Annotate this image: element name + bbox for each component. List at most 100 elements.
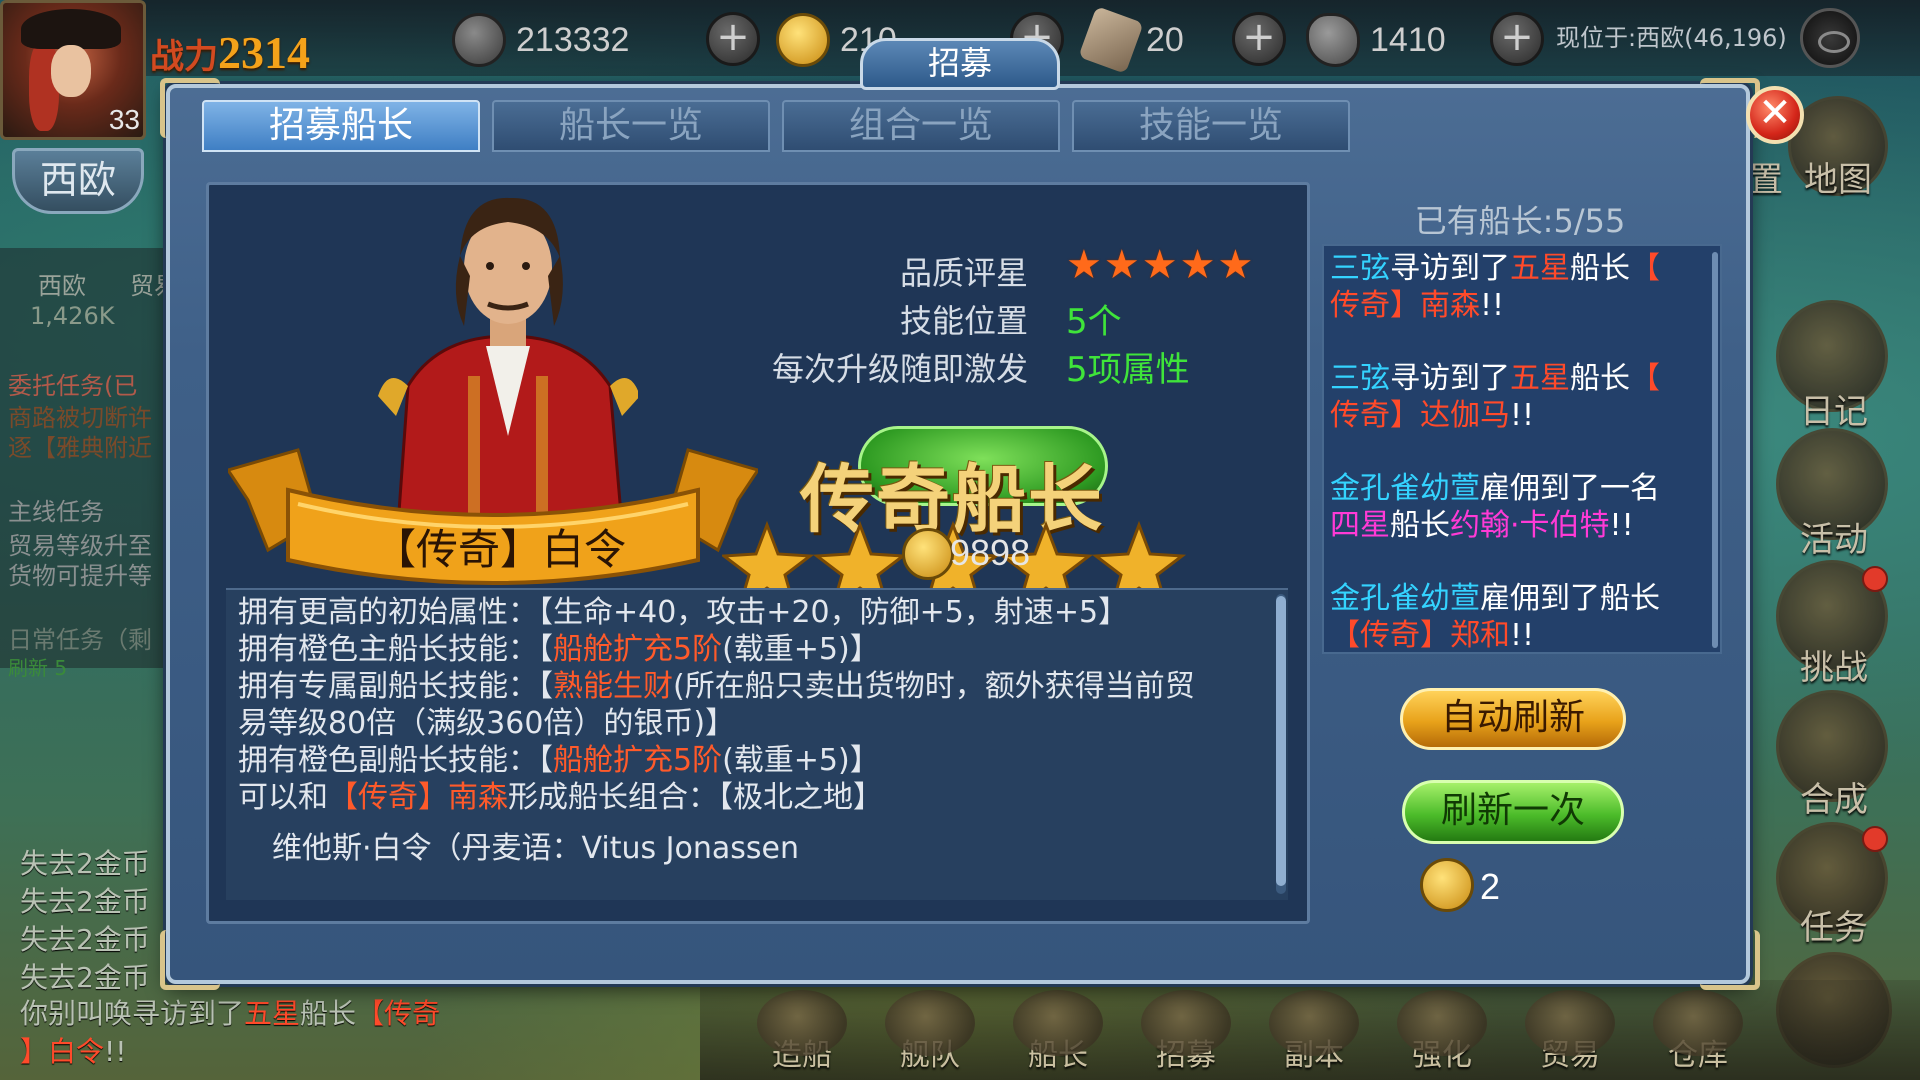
description-scroll-thumb[interactable] [1276,596,1286,886]
news-captain: 约翰·卡伯特 [1450,508,1610,543]
warehouse-icon [1653,990,1743,1056]
quality-label: 品质评星 [900,254,1029,292]
delegate-task-title[interactable]: 委托任务(已 [8,366,137,401]
news-rank: 五星 [1510,361,1570,396]
main-task-title[interactable]: 主线任务 [8,492,104,527]
news-verb: 寻访到了 [1390,251,1510,286]
scales-icon [1525,990,1615,1056]
chat-line: 失去2金币 [20,847,150,880]
captain-description: 拥有更高的初始属性：【生命+40，攻击+20，防御+5，射速+5】 拥有橙色主船… [226,588,1288,900]
desc-line: 可以和【传奇】南森形成船长组合：【极北之地】 [238,779,1278,816]
captain-name: 【传奇】白令 [373,525,626,574]
desc-line: 易等级80倍（满级360倍）的银币)】 [238,706,736,741]
scroll-resource: 20 [1078,6,1184,74]
news-end: !! [1510,398,1535,433]
upgrade-value: 5项属性 [1066,350,1190,390]
nav-recruit[interactable]: 招募 [1126,990,1246,1080]
chat-mid: 船长 [300,997,357,1030]
add-silver-button[interactable]: + [706,12,760,66]
eye-icon[interactable] [1800,8,1860,68]
recruit-cost: 9898 [950,532,1031,573]
skill-slot-label: 技能位置 [900,302,1029,340]
news-player: 金孔雀幼萱 [1330,581,1480,616]
chat-line: 失去2金币 [20,923,150,956]
news-line: 传奇】南森!! [1330,287,1714,324]
daily-task-line: 刷新 5 [8,656,68,680]
gold-coin-icon [1420,858,1474,912]
silver-coin-icon [452,13,506,67]
activity-label: 活动 [1800,520,1868,560]
desc-text: 可以和 [238,780,328,815]
chat-rank: 五星 [244,997,301,1030]
shipyard-icon [757,990,847,1056]
nav-dungeon[interactable]: 副本 [1254,990,1374,1080]
refresh-once-button[interactable]: 刷新一次 [1402,780,1624,844]
quality-stars: ★★★★★ [1066,242,1256,288]
news-verb: 雇佣到了一名 [1480,471,1660,506]
news-rank: 四星 [1330,508,1390,543]
desc-text: 拥有橙色主船长技能： [238,632,538,667]
captain-icon [1013,990,1103,1056]
desc-line: 拥有专属副船长技能：【熟能生财(所在船只卖出货物时，额外获得当前贸 [238,668,1278,705]
news-end: !! [1609,508,1634,543]
desc-text: 拥有橙色副船长技能： [238,743,538,778]
news-line: 传奇】达伽马!! [1330,397,1714,434]
compose-label: 合成 [1800,780,1868,820]
desc-text: 拥有专属副船长技能： [238,669,538,704]
news-line: 金孔雀幼萱雇佣到了一名 [1330,470,1714,507]
news-mid: 船长 [1390,508,1450,543]
stone-value: 1410 [1370,20,1446,59]
tab-recruit-captain[interactable]: 招募船长 [202,100,480,152]
main-task-line: 货物可提升等 [8,562,152,590]
desc-text: 形成船长组合： [508,780,718,815]
refresh-cost: 2 [1480,866,1501,907]
chat-end: !! [104,1035,127,1068]
desc-text: (载重+5)】 [722,743,880,778]
chat-player: 你别叫唤 [20,997,133,1030]
desc-text: 【 [538,743,553,778]
desc-text: 【生命+40，攻击+20，防御+5，射速+5】 [538,595,1129,630]
combo-partner: 【传奇】南森 [328,780,508,815]
nav-enhance[interactable]: 强化 [1382,990,1502,1080]
desc-text: 【 [538,669,553,704]
news-player: 三弦 [1330,361,1390,396]
nav-captain[interactable]: 船长 [998,990,1118,1080]
tab-skill-list[interactable]: 技能一览 [1072,100,1350,152]
notification-dot [1862,566,1888,592]
auto-refresh-button[interactable]: 自动刷新 [1400,688,1626,750]
news-end: !! [1480,288,1505,323]
silver-value: 213332 [516,20,630,59]
recruit-icon [1141,990,1231,1056]
news-mid: 船长 [1570,361,1630,396]
nav-warehouse[interactable]: 仓库 [1638,990,1758,1080]
nav-trade[interactable]: 贸易 [1510,990,1630,1080]
stone-icon [1306,13,1360,67]
combo-name: 【极北之地】 [718,780,883,815]
anvil-icon [1397,990,1487,1056]
news-scrollbar[interactable] [1712,252,1718,648]
news-captain: 传奇】南森 [1330,288,1480,323]
nav-shipbuild[interactable]: 造船 [742,990,862,1080]
desc-bio: 维他斯·白令（丹麦语：Vitus Jonassen [272,831,800,866]
gold-coin-icon [776,13,830,67]
player-level: 33 [108,104,140,135]
news-line: 三弦寻访到了五星船长【 [1330,360,1714,397]
nav-fleet[interactable]: 舰队 [870,990,990,1080]
gold-coin-icon [902,528,954,580]
tab-captain-list[interactable]: 船长一览 [492,100,770,152]
tab-combo-list[interactable]: 组合一览 [782,100,1060,152]
region-tag[interactable]: 西欧 [12,148,144,214]
notification-dot [1862,826,1888,852]
close-button[interactable]: ✕ [1746,86,1804,144]
news-captain: 传奇】达伽马 [1330,398,1510,433]
skill-name: 船舱扩充5阶 [553,743,723,778]
chat-verb: 寻访到了 [132,997,245,1030]
daily-task-title[interactable]: 日常任务（剩 [8,620,152,655]
news-line: 四星船长约翰·卡伯特!! [1330,507,1714,544]
add-scroll-button[interactable]: + [1232,12,1286,66]
add-stone-button[interactable]: + [1490,12,1544,66]
news-bracket: 【 [1630,251,1660,286]
news-line: 金孔雀幼萱雇佣到了船长 [1330,580,1714,617]
location-readout: 现位于:西欧(46,196) [1556,24,1787,52]
news-player: 金孔雀幼萱 [1330,471,1480,506]
